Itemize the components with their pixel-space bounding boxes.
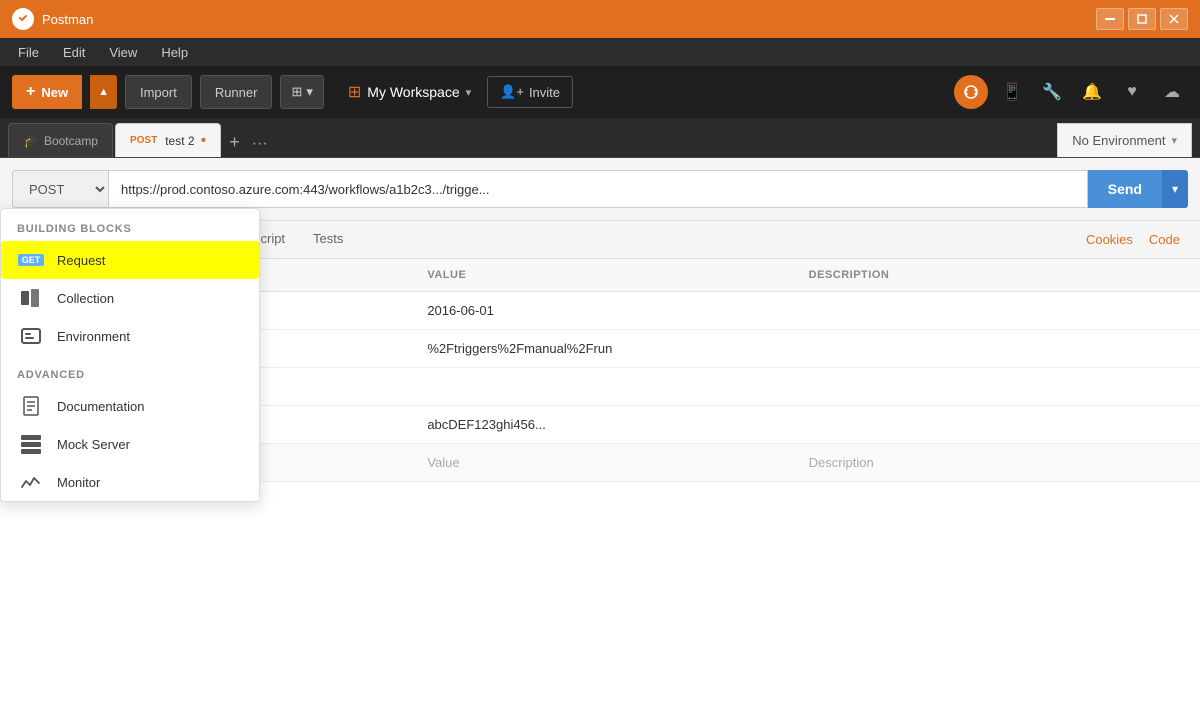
- dropdown-item-documentation[interactable]: Documentation: [1, 387, 259, 425]
- workspace-dropdown-icon: ▾: [466, 86, 472, 99]
- tab-bootcamp-label: Bootcamp: [44, 134, 98, 148]
- row3-description[interactable]: [799, 381, 1180, 393]
- dropdown-item-mock-server[interactable]: Mock Server: [1, 425, 259, 463]
- app-title: Postman: [42, 12, 93, 27]
- dropdown-item-collection[interactable]: Collection: [1, 279, 259, 317]
- send-dropdown-button[interactable]: ▾: [1162, 170, 1188, 208]
- env-dropdown-icon: ▾: [1171, 134, 1177, 147]
- method-selector[interactable]: POST GET PUT DELETE: [12, 170, 108, 208]
- invite-button[interactable]: 👤+ Invite: [487, 76, 573, 108]
- no-env-label: No Environment: [1072, 133, 1165, 148]
- cookies-link[interactable]: Cookies: [1078, 222, 1141, 257]
- row5-value[interactable]: Value: [417, 449, 798, 476]
- workspace-label: My Workspace: [367, 84, 459, 100]
- tab-bootcamp[interactable]: 🎓 Bootcamp: [8, 123, 113, 157]
- row2-value[interactable]: %2Ftriggers%2Fmanual%2Frun: [417, 335, 798, 362]
- monitor-item-label: Monitor: [57, 475, 100, 490]
- sub-tab-right-links: Cookies Code: [1078, 221, 1188, 258]
- bootcamp-icon: 🎓: [23, 134, 38, 148]
- col-actions: [1180, 265, 1200, 285]
- row5-description[interactable]: Description: [799, 449, 1180, 476]
- advanced-label: ADVANCED: [1, 355, 259, 387]
- url-input[interactable]: [108, 170, 1088, 208]
- user-plus-icon: 👤+: [500, 84, 524, 100]
- code-link[interactable]: Code: [1141, 222, 1188, 257]
- close-button[interactable]: [1160, 8, 1188, 30]
- row1-description[interactable]: [799, 305, 1180, 317]
- col-description: DESCRIPTION: [799, 265, 1180, 285]
- row2-description[interactable]: [799, 343, 1180, 355]
- monitor-icon: [17, 473, 45, 491]
- runner-button[interactable]: Runner: [200, 75, 273, 109]
- sub-tab-tests[interactable]: Tests: [299, 221, 357, 258]
- extra-menu-button[interactable]: ⊞ ▾: [280, 75, 323, 109]
- toolbar: + New ▲ Import Runner ⊞ ▾ ⊞ My Workspace…: [0, 66, 1200, 118]
- send-button[interactable]: Send: [1088, 170, 1162, 208]
- row5-action: [1180, 457, 1200, 469]
- plus-icon: +: [26, 83, 35, 101]
- environment-item-label: Environment: [57, 329, 130, 344]
- row2-action: [1180, 343, 1200, 355]
- window-controls: [1096, 8, 1188, 30]
- invite-label: Invite: [529, 85, 560, 100]
- title-bar: Postman: [0, 0, 1200, 38]
- post-method-badge: POST: [130, 135, 157, 146]
- request-item-label: Request: [57, 253, 105, 268]
- row1-value[interactable]: 2016-06-01: [417, 297, 798, 324]
- row3-value[interactable]: [417, 381, 798, 393]
- new-button[interactable]: + New: [12, 75, 82, 109]
- row4-description[interactable]: [799, 419, 1180, 431]
- sync-button[interactable]: [954, 75, 988, 109]
- row4-action: [1180, 419, 1200, 431]
- environment-selector[interactable]: No Environment ▾: [1057, 123, 1192, 157]
- tab-test2[interactable]: POST test 2 •: [115, 123, 221, 157]
- tabs-bar: 🎓 Bootcamp POST test 2 • + ··· No Enviro…: [0, 118, 1200, 158]
- new-dropdown-menu: BUILDING BLOCKS GET Request Collection: [0, 208, 260, 502]
- row3-action: [1180, 381, 1200, 393]
- collection-item-label: Collection: [57, 291, 114, 306]
- row1-action: [1180, 305, 1200, 317]
- extra-dropdown-icon: ▾: [306, 84, 313, 100]
- unsaved-dot: •: [201, 133, 207, 149]
- env-area: No Environment ▾: [1057, 123, 1192, 157]
- phone-icon-button[interactable]: 📱: [996, 76, 1028, 108]
- tab-test2-label: test 2: [165, 134, 194, 148]
- documentation-icon: [17, 397, 45, 415]
- collection-icon: [17, 289, 45, 307]
- workspace-selector[interactable]: ⊞ My Workspace ▾: [348, 82, 471, 102]
- dropdown-item-environment[interactable]: Environment: [1, 317, 259, 355]
- menu-edit[interactable]: Edit: [53, 41, 95, 64]
- menu-help[interactable]: Help: [151, 41, 198, 64]
- new-button-label: New: [41, 85, 68, 100]
- minimize-button[interactable]: [1096, 8, 1124, 30]
- workspace-grid-icon: ⊞: [348, 82, 361, 102]
- menu-file[interactable]: File: [8, 41, 49, 64]
- more-tabs-button[interactable]: ···: [246, 135, 274, 153]
- tests-label: Tests: [313, 231, 343, 246]
- dropdown-item-request[interactable]: GET Request: [1, 241, 259, 279]
- environment-icon: [17, 327, 45, 345]
- menu-view[interactable]: View: [99, 41, 147, 64]
- documentation-item-label: Documentation: [57, 399, 144, 414]
- mock-server-item-label: Mock Server: [57, 437, 130, 452]
- row4-value[interactable]: abcDEF123ghi456...: [417, 411, 798, 438]
- cloud-button[interactable]: ☁: [1156, 76, 1188, 108]
- dropdown-item-monitor[interactable]: Monitor: [1, 463, 259, 501]
- url-bar: POST GET PUT DELETE Send ▾: [12, 170, 1188, 208]
- main-area: 🎓 Bootcamp POST test 2 • + ··· No Enviro…: [0, 118, 1200, 722]
- grid-small-icon: ⊞: [291, 84, 302, 100]
- mock-server-icon: [17, 435, 45, 453]
- get-badge-icon: GET: [17, 251, 45, 269]
- postman-logo: [12, 8, 34, 30]
- favorites-button[interactable]: ♥: [1116, 76, 1148, 108]
- building-blocks-label: BUILDING BLOCKS: [1, 209, 259, 241]
- notifications-button[interactable]: 🔔: [1076, 76, 1108, 108]
- import-button[interactable]: Import: [125, 75, 192, 109]
- settings-button[interactable]: 🔧: [1036, 76, 1068, 108]
- menu-bar: File Edit View Help: [0, 38, 1200, 66]
- add-tab-button[interactable]: +: [223, 132, 246, 153]
- new-dropdown-arrow[interactable]: ▲: [90, 75, 117, 109]
- maximize-button[interactable]: [1128, 8, 1156, 30]
- col-value: VALUE: [417, 265, 798, 285]
